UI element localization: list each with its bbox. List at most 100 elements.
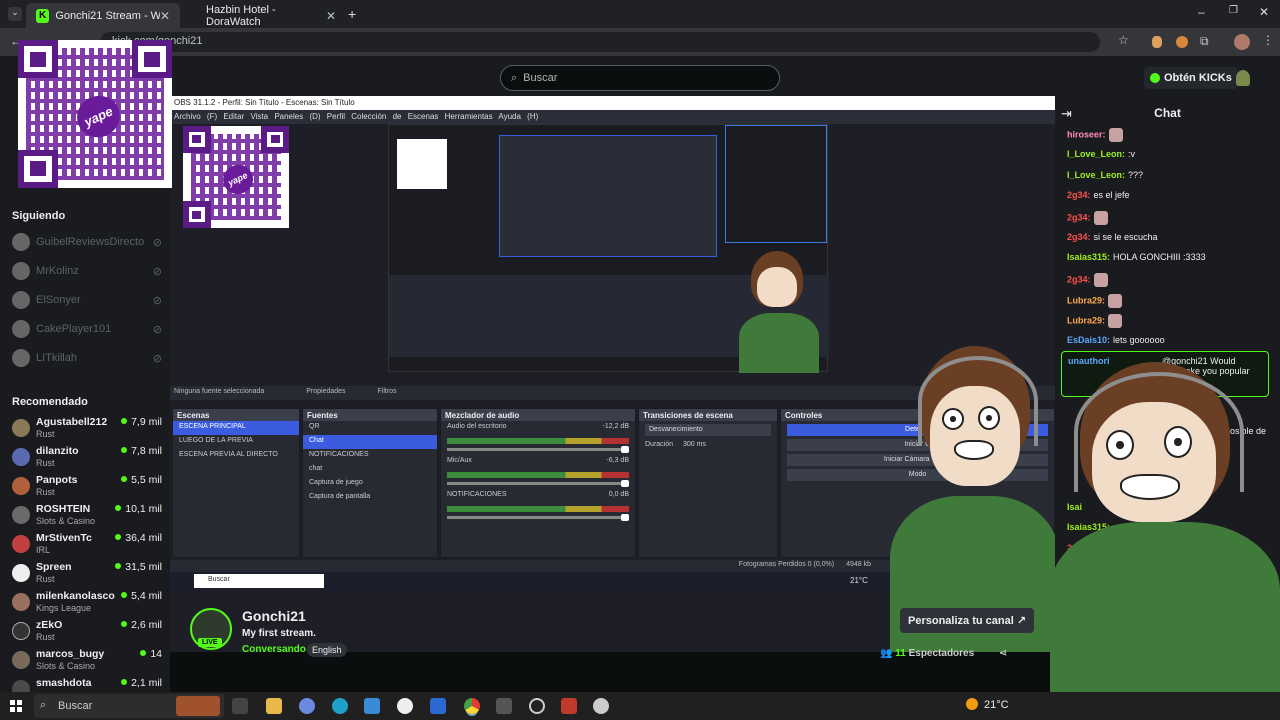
tab-list-icon[interactable]: ⌄ [8, 7, 22, 21]
tab-kick[interactable]: K Gonchi21 Stream - Watch Live o ✕ [26, 3, 180, 28]
dropped-frames: Fotogramas Perdidos 0 (0,0%) [738, 561, 835, 568]
channel-name: LITkillah [36, 352, 77, 364]
filters-button[interactable]: Filtros [378, 388, 397, 395]
recommended-item[interactable]: MrStivenTc IRL 36,4 mil [12, 532, 162, 560]
close-window-icon[interactable]: ✕ [1259, 5, 1269, 19]
following-item[interactable]: LITkillah ⊘ [12, 347, 162, 369]
msg-user[interactable]: Lubra29: [1067, 315, 1105, 325]
dock-title: Mezclador de audio [441, 409, 635, 421]
recommended-item[interactable]: milenkanolasco Kings League 5,4 mil [12, 590, 162, 618]
source-item[interactable]: QR [303, 421, 437, 435]
url-field[interactable]: kick.com/gonchi21 [100, 32, 1100, 52]
browser-menu-icon[interactable]: ⋮ [1262, 33, 1274, 47]
obs-icon[interactable] [529, 698, 545, 714]
chrome-icon[interactable] [464, 698, 480, 714]
language-tag[interactable]: English [307, 643, 347, 657]
volume-slider[interactable] [447, 480, 629, 487]
msg-user[interactable]: hiroseer: [1067, 129, 1106, 139]
msg-user[interactable]: 2g34: [1067, 232, 1091, 242]
recommended-item[interactable]: ROSHTEIN Slots & Casino 10,1 mil [12, 503, 162, 531]
duration-value[interactable]: 300 ms [683, 441, 706, 448]
recommended-item[interactable]: marcos_bugy Slots & Casino 14 [12, 648, 162, 676]
transition-select[interactable]: Desvanecimiento [645, 424, 771, 436]
bookmark-star-icon[interactable]: ☆ [1118, 33, 1129, 47]
chat-message: 2g34: [1067, 273, 1108, 287]
channel-name: milenkanolasco [36, 590, 115, 602]
recommended-item[interactable]: smashdota 2,1 mil [12, 677, 162, 692]
share-icon[interactable]: ⋖ [999, 648, 1007, 659]
edge-icon[interactable] [332, 698, 348, 714]
scene-item[interactable]: ESCENA PREVIA AL DIRECTO [173, 449, 299, 463]
chat-title: Chat [1154, 106, 1181, 120]
new-tab-icon[interactable]: + [348, 6, 356, 22]
restore-icon[interactable]: ❐ [1229, 5, 1238, 16]
msg-text: ??? [1128, 170, 1144, 180]
channel-name: Panpots [36, 474, 78, 486]
task-view-icon[interactable] [232, 698, 248, 714]
emote-icon [1108, 128, 1123, 142]
scene-item[interactable]: LUEGO DE LA PREVIA [173, 435, 299, 449]
weather-widget[interactable]: 21°C [966, 698, 1009, 711]
msg-user[interactable]: I_Love_Leon: [1067, 170, 1125, 180]
viewer-count: 5,4 mil [121, 590, 162, 602]
source-item[interactable]: Captura de juego [303, 477, 437, 491]
msg-user[interactable]: Lubra29: [1067, 295, 1105, 305]
channel-name[interactable]: Gonchi21 [242, 608, 306, 624]
channel-category: Rust [36, 458, 55, 468]
msg-text: lets goooooo [1113, 335, 1165, 345]
recommended-item[interactable]: dilanzito Rust 7,8 mil [12, 445, 162, 473]
msg-user[interactable]: EsDais10: [1067, 335, 1110, 345]
source-item[interactable]: Captura de pantalla [303, 491, 437, 505]
video-player[interactable]: OBS 31.1.2 - Perfil: Sin Título - Escena… [170, 96, 1055, 652]
volume-slider[interactable] [447, 446, 629, 453]
close-tab-icon[interactable]: ✕ [326, 9, 336, 23]
close-tab-icon[interactable]: ✕ [160, 9, 170, 23]
search-input[interactable]: ⌕ Buscar [500, 65, 780, 91]
msg-user[interactable]: I_Love_Leon: [1067, 149, 1125, 159]
scene-item[interactable]: ESCENA PRINCIPAL [173, 421, 299, 435]
properties-button[interactable]: Propiedades [306, 388, 345, 395]
source-item[interactable]: NOTIFICACIONES [303, 449, 437, 463]
following-item[interactable]: CakePlayer101 ⊘ [12, 318, 162, 340]
recommended-item[interactable]: zEkO Rust 2,6 mil [12, 619, 162, 647]
user-avatar[interactable] [1236, 70, 1250, 86]
profile-avatar[interactable] [1234, 34, 1250, 50]
recommended-item[interactable]: Panpots Rust 5,5 mil [12, 474, 162, 502]
following-item[interactable]: GuibelReviewsDirecto ⊘ [12, 231, 162, 253]
source-item[interactable]: Chat [303, 435, 437, 449]
customize-channel-button[interactable]: Personaliza tu canal ↗ [900, 608, 1035, 633]
recommended-item[interactable]: Spreen Rust 31,5 mil [12, 561, 162, 589]
valorant-icon[interactable] [561, 698, 577, 714]
app-icon[interactable] [496, 698, 512, 714]
volume-slider[interactable] [447, 514, 629, 521]
copilot-icon[interactable] [299, 698, 315, 714]
top-nav: ⌕ Buscar Obtén KICKs [0, 56, 1280, 100]
file-explorer-icon[interactable] [266, 698, 282, 714]
extensions-puzzle-icon[interactable]: ⧉ [1200, 34, 1209, 49]
minimize-icon[interactable]: – [1198, 5, 1205, 19]
store-icon[interactable] [364, 698, 380, 714]
avatar [12, 349, 30, 367]
obs-transitions-dock: Transiciones de escena Desvanecimiento D… [638, 408, 778, 558]
app-icon[interactable] [593, 698, 609, 714]
following-item[interactable]: MrKolinz ⊘ [12, 260, 162, 282]
external-link-icon: ↗ [1016, 615, 1027, 627]
whatsapp-icon[interactable] [397, 698, 413, 714]
msg-user[interactable]: 2g34: [1067, 212, 1091, 222]
source-item[interactable]: chat [303, 463, 437, 477]
taskbar-widget-icon[interactable] [176, 696, 220, 716]
mail-icon[interactable] [430, 698, 446, 714]
following-item[interactable]: ElSonyer ⊘ [12, 289, 162, 311]
get-kicks-button[interactable]: Obtén KICKs [1144, 67, 1238, 89]
extension-icon[interactable] [1152, 36, 1162, 48]
msg-user[interactable]: Isaias315: [1067, 252, 1110, 262]
extension-icon[interactable] [1176, 36, 1188, 48]
msg-user[interactable]: 2g34: [1067, 190, 1091, 200]
avatar [12, 535, 30, 553]
msg-user[interactable]: 2g34: [1067, 274, 1091, 284]
tab-dorawatch[interactable]: Hazbin Hotel - DoraWatch ✕ [196, 3, 346, 28]
chat-message: 2g34: [1067, 211, 1108, 225]
windows-start-icon[interactable] [10, 700, 22, 712]
stream-category[interactable]: Conversando [242, 644, 306, 655]
recommended-item[interactable]: Agustabell212 Rust 7,9 mil [12, 416, 162, 444]
